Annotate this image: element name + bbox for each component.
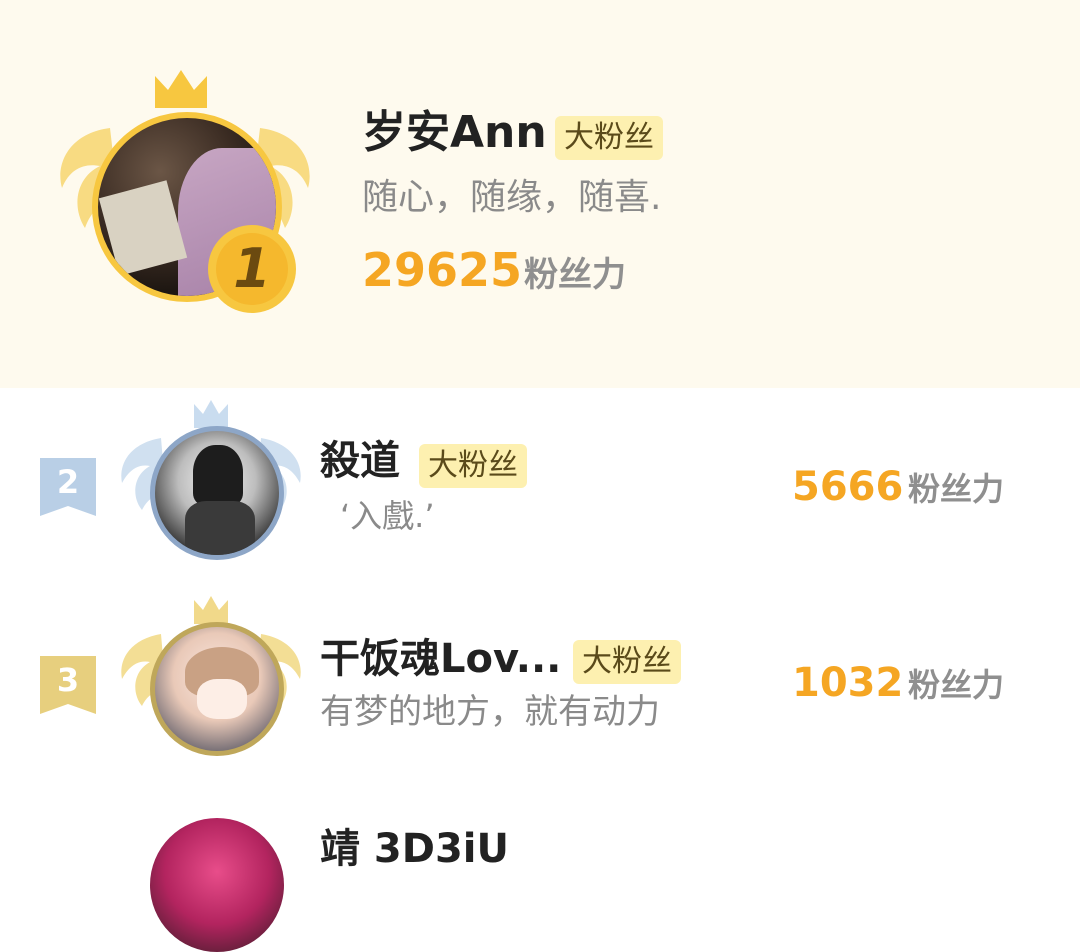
avatar[interactable] [150, 622, 284, 756]
fan-score-unit: 粉丝力 [908, 666, 1005, 704]
fan-score-unit: 粉丝力 [524, 255, 626, 295]
fan-score: 5666 [792, 464, 904, 510]
fan-name[interactable]: 靖 3D3iU [320, 822, 509, 876]
rank-number: 1 [233, 237, 271, 300]
fan-level-badge: 大粉丝 [573, 640, 681, 684]
crown-icon [194, 400, 228, 428]
fan-name[interactable]: 干饭魂Lov... [320, 632, 561, 686]
fan-score-unit: 粉丝力 [908, 470, 1005, 508]
rank-number: 2 [56, 463, 80, 501]
fan-motto: 有梦的地方，就有动力 [320, 692, 660, 732]
top-fan-section: 1 岁安Ann 大粉丝 随心，随缘，随喜. 29625 粉丝力 [0, 0, 1080, 388]
fan-level-badge: 大粉丝 [419, 444, 527, 488]
fan-motto: 随心，随缘，随喜. [362, 177, 662, 218]
rank-number: 3 [56, 661, 80, 699]
crown-icon [194, 596, 228, 624]
avatar[interactable] [150, 818, 284, 952]
fan-motto: ‘入戲.’ [340, 497, 435, 535]
fan-name[interactable]: 岁安Ann [362, 104, 547, 162]
crown-icon [155, 70, 207, 108]
fan-name[interactable]: 殺道 [320, 434, 400, 488]
avatar[interactable] [150, 426, 284, 560]
fan-score: 1032 [792, 660, 904, 706]
fan-score: 29625 [362, 243, 523, 297]
fan-level-badge: 大粉丝 [555, 116, 663, 160]
